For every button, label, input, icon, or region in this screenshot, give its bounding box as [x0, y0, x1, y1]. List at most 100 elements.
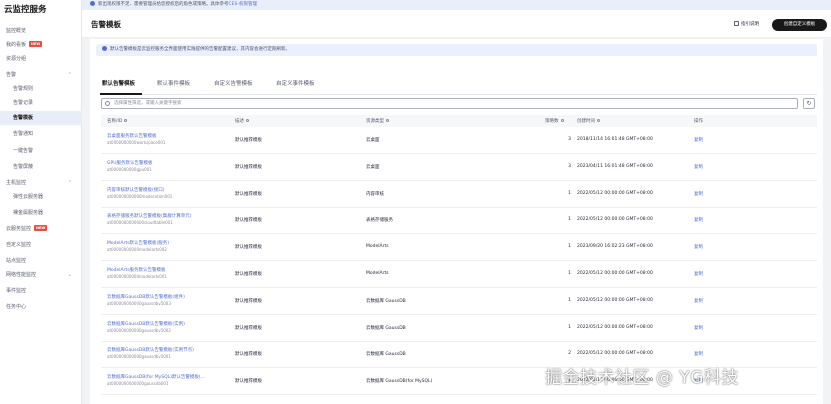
create-time: 2022/05/12 00:00:00 GMT+08:00	[577, 297, 653, 303]
template-name-link[interactable]: ModelArts服务默认告警模板	[107, 267, 166, 273]
create-custom-template-button[interactable]: 创建自定义模板	[772, 19, 827, 31]
sidebar-item[interactable]: 我的看板 NEW	[0, 38, 82, 52]
policy-count: 1	[568, 324, 571, 330]
col-create-time[interactable]: 创建时间	[577, 118, 600, 124]
info-tip: 默认告警模板是云监控服务全界面使用实践提供的告警配置建议，其内容会进行定期刷新。	[96, 44, 817, 56]
filter-icon[interactable]	[124, 119, 128, 122]
table-row: ModelArts服务默认告警模板 at00000000000modelarts0…	[101, 262, 817, 288]
copy-link[interactable]: 复制	[694, 271, 703, 277]
resource-type: 云数据库 GaussDB	[366, 352, 406, 358]
template-name-link[interactable]: 表格存储服务默认告警模板(集群计算单元)	[107, 213, 192, 219]
filter-icon[interactable]	[597, 119, 600, 122]
sidebar-item[interactable]: 资源分组	[0, 52, 82, 66]
template-desc: 默认推荐模板	[235, 164, 262, 170]
sidebar-item[interactable]: 告警记录	[0, 96, 82, 110]
sidebar-item[interactable]: 告警模板	[0, 111, 82, 125]
sidebar-item-label: 事件监控	[6, 288, 27, 294]
sidebar-item-label: 告警记录	[13, 100, 34, 106]
table-row: 云数据库GaussDB默认告警模板(实例) at000000000000gauss…	[101, 316, 817, 342]
tab-default-alarm[interactable]: 默认告警模板	[102, 79, 135, 87]
notice-link[interactable]: CES-权限管理	[229, 2, 257, 7]
sidebar-item[interactable]: 主机监控 ⌃	[0, 176, 82, 190]
sidebar-item[interactable]: 站点监控	[0, 254, 82, 268]
copy-link[interactable]: 复制	[694, 137, 703, 143]
search-icon	[105, 101, 110, 106]
tab-custom-event[interactable]: 自定义事件模板	[276, 79, 315, 87]
copy-link[interactable]: 复制	[694, 217, 703, 223]
chevron-icon[interactable]: ⌃	[68, 68, 72, 82]
create-time: 2023/09/20 16:02:23 GMT+08:00	[577, 244, 653, 250]
sidebar-item[interactable]: 自定义监控	[0, 238, 82, 252]
filter-icon[interactable]	[386, 119, 389, 122]
sidebar-item[interactable]: 一键告警	[0, 144, 82, 158]
copy-link[interactable]: 复制	[694, 191, 703, 197]
copy-link[interactable]: 复制	[694, 351, 703, 357]
resource-type: 云数据库 GaussDB	[366, 298, 406, 304]
sidebar-item[interactable]: 告警 ⌃	[0, 68, 82, 82]
sidebar-item[interactable]: 任务中心	[0, 300, 82, 314]
sidebar-item-label: 弹性云服务器	[13, 194, 44, 200]
refresh-button[interactable]: ↻	[803, 98, 815, 109]
sidebar-item[interactable]: 告警屏蔽	[0, 160, 82, 174]
create-time: 2023/04/11 16:01:48 GMT+08:00	[577, 163, 653, 169]
sidebar-item-label: 裸金属服务器	[13, 210, 44, 216]
resource-type: ModelArts	[366, 271, 389, 276]
template-name-link[interactable]: GPU服务默认告警模板	[107, 160, 153, 166]
template-id: at000000000000gaussdbv5002	[107, 327, 171, 333]
template-name-link[interactable]: 云数据库GaussDB默认告警模板(组件)	[107, 294, 185, 300]
template-name-link[interactable]: 云数据库GaussDB(for MySQL)默认告警模板(...	[107, 374, 205, 380]
tab-default-event[interactable]: 默认事件模板	[157, 79, 190, 87]
refresh-icon: ↻	[806, 100, 812, 107]
sidebar-item[interactable]: 云服务监控 NEW	[0, 222, 82, 236]
sidebar-item-label: 自定义监控	[6, 242, 32, 248]
sidebar-item[interactable]: 告警通知	[0, 127, 82, 141]
template-name-link[interactable]: 云桌面服务默认告警模板	[107, 133, 157, 139]
sidebar-item-label: 告警通知	[13, 131, 34, 137]
sidebar-item[interactable]: 裸金属服务器	[0, 206, 82, 220]
template-name-link[interactable]: 云数据库GaussDB默认告警模板(实例节点)	[107, 347, 194, 353]
sidebar-item[interactable]: 监控概览	[0, 24, 82, 38]
sidebar-item[interactable]: 事件监控	[0, 284, 82, 298]
resource-type: 云桌面	[366, 138, 380, 143]
col-resource-type[interactable]: 资源类型	[366, 118, 389, 124]
col-desc[interactable]: 描述	[235, 118, 249, 124]
col-name[interactable]: 名称/ID	[107, 118, 128, 124]
policy-count: 1	[568, 244, 571, 250]
chevron-icon[interactable]: ⌄	[68, 268, 72, 282]
col-policy-count[interactable]: 策略数	[545, 118, 564, 124]
page-title: 告警模板	[91, 20, 121, 29]
sidebar-item-label: 云服务监控	[6, 226, 32, 232]
resource-type: 内容审核	[366, 191, 384, 197]
sidebar-item[interactable]: 网络性能监控 ⌄	[0, 268, 82, 282]
template-id: at00000000000modelarts002	[107, 247, 167, 253]
template-name-link[interactable]: 内容审核默认告警模板(接口)	[107, 187, 165, 193]
sidebar-item-label: 网络性能监控	[6, 272, 37, 278]
filter-icon[interactable]	[246, 119, 249, 122]
copy-link[interactable]: 复制	[694, 164, 703, 170]
app-window: 云监控服务 监控概览 我的看板 NEW 资源分组 告警 ⌃ 告警规则 告警记录 告警模板 告警通知…	[0, 0, 831, 404]
template-id: at0000000000workspace001	[107, 140, 166, 145]
notice-text: 新出现权限不足、需要管理员给您授权后的角色或策略。具体参考	[98, 2, 229, 7]
template-name-link[interactable]: ModelArts默认告警模板(服务)	[107, 240, 169, 246]
search-input[interactable]: 选择属性筛选，或输入关键字搜索	[101, 98, 798, 109]
copy-link[interactable]: 复制	[694, 244, 703, 250]
permission-notice-bar: 新出现权限不足、需要管理员给您授权后的角色或策略。具体参考CES-权限管理	[82, 0, 831, 10]
info-icon	[90, 1, 95, 6]
sidebar-item[interactable]: 弹性云服务器	[0, 190, 82, 204]
search-placeholder: 选择属性筛选，或输入关键字搜索	[114, 101, 182, 106]
filter-icon[interactable]	[560, 119, 564, 122]
template-name-link[interactable]: 云数据库GaussDB默认告警模板(实例)	[107, 321, 185, 327]
copy-link[interactable]: 复制	[694, 298, 703, 304]
sidebar-item-label: 告警模板	[13, 115, 34, 121]
tab-custom-alarm[interactable]: 自定义告警模板	[214, 79, 253, 87]
sidebar-item[interactable]: 告警规则	[0, 82, 82, 96]
create-time: 2022/05/12 00:00:00 GMT+08:00	[577, 324, 653, 330]
copy-link[interactable]: 复制	[694, 325, 703, 331]
create-time: 2022/05/12 00:00:00 GMT+08:00	[577, 271, 653, 276]
guide-button[interactable]: 指引说明	[734, 21, 759, 27]
create-time: 2018/11/14 16:01:48 GMT+08:00	[577, 137, 653, 142]
template-id: at0000000000gpu001	[107, 166, 152, 172]
chevron-icon[interactable]: ⌃	[68, 176, 72, 190]
guide-label: 指引说明	[741, 22, 759, 27]
policy-count: 1	[568, 271, 571, 276]
